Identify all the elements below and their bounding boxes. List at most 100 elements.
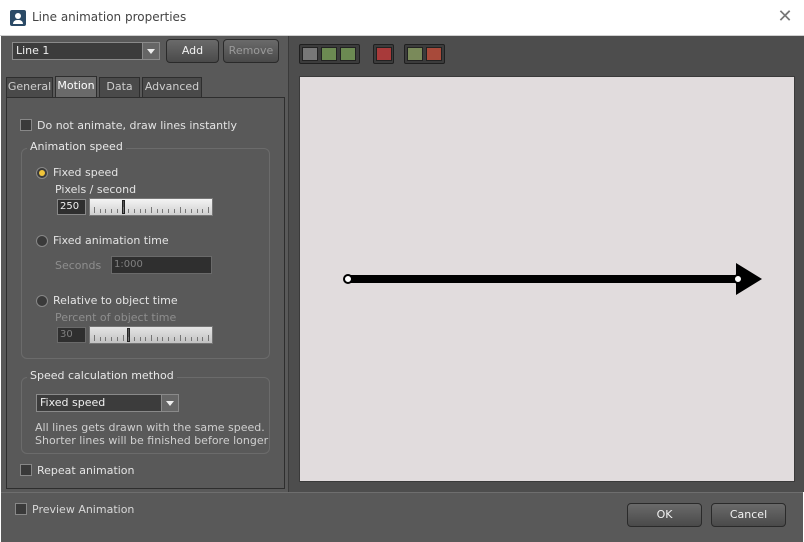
- slider-tick: [151, 207, 152, 213]
- slider-tick: [156, 337, 158, 341]
- slider-tick: [208, 335, 209, 341]
- slider-tick: [111, 209, 113, 213]
- tab-general[interactable]: General: [6, 77, 53, 97]
- tab-motion[interactable]: Motion: [55, 76, 97, 97]
- slider-tick: [202, 337, 204, 341]
- no-animate-checkbox[interactable]: [20, 119, 32, 131]
- footer-bar: Preview Animation OK Cancel: [1, 492, 803, 542]
- slider-tick: [162, 337, 164, 341]
- dialog: Line 1 Add Remove General Motion Data Ad…: [1, 36, 804, 542]
- slider-tick: [116, 209, 118, 213]
- slider-tick: [128, 209, 130, 213]
- add-point-icon[interactable]: [321, 47, 337, 61]
- tab-data[interactable]: Data: [99, 77, 140, 97]
- slider-tick: [196, 337, 198, 341]
- delete-point-icon[interactable]: [376, 47, 392, 61]
- slider-tick: [173, 337, 175, 341]
- repeat-animation-checkbox[interactable]: [20, 464, 32, 476]
- point-tools-toolbar: [299, 44, 360, 64]
- image-icon[interactable]: [407, 47, 423, 61]
- relative-time-label: Relative to object time: [53, 294, 178, 307]
- slider-tick: [145, 209, 147, 213]
- slider-tick: [190, 337, 192, 341]
- slider-tick: [139, 209, 141, 213]
- slider-tick: [133, 337, 135, 341]
- slider-tick: [145, 337, 147, 341]
- slider-tick: [208, 207, 209, 213]
- image-toolbar: [404, 44, 445, 64]
- speed-calc-value: Fixed speed: [40, 396, 106, 409]
- slider-tick: [133, 209, 135, 213]
- preview-animation-label: Preview Animation: [32, 503, 135, 516]
- remove-line-button[interactable]: Remove: [223, 39, 279, 63]
- speed-calc-description-1: All lines gets drawn with the same speed…: [35, 421, 265, 434]
- end-point-handle[interactable]: [733, 274, 743, 284]
- image-remove-icon[interactable]: [426, 47, 442, 61]
- slider-tick: [151, 335, 152, 341]
- animation-speed-title: Animation speed: [27, 140, 126, 153]
- line-preview-canvas[interactable]: [299, 76, 795, 482]
- close-icon[interactable]: ✕: [776, 8, 794, 26]
- slider-tick: [105, 337, 107, 341]
- preview-pane: [288, 36, 804, 492]
- no-animate-label: Do not animate, draw lines instantly: [37, 119, 237, 132]
- slider-tick: [190, 209, 192, 213]
- slider-tick: [111, 337, 113, 341]
- slider-tick: [162, 209, 164, 213]
- speed-calc-group: Speed calculation method Fixed speed All…: [21, 369, 270, 454]
- slider-tick: [116, 337, 118, 341]
- slider-tick: [94, 335, 95, 341]
- speed-slider[interactable]: [89, 198, 213, 216]
- chevron-down-icon[interactable]: [142, 43, 159, 59]
- slider-tick: [122, 207, 124, 213]
- speed-calc-title: Speed calculation method: [27, 369, 177, 382]
- slider-tick: [105, 209, 107, 213]
- window-title: Line animation properties: [32, 10, 187, 24]
- percent-of-object-time-label: Percent of object time: [55, 311, 177, 324]
- percent-slider[interactable]: [89, 326, 213, 344]
- cancel-button[interactable]: Cancel: [711, 503, 786, 527]
- settings-pane: Line 1 Add Remove General Motion Data Ad…: [4, 36, 287, 492]
- preview-animation-checkbox[interactable]: [15, 503, 27, 515]
- ok-button[interactable]: OK: [627, 503, 702, 527]
- fixed-speed-radio[interactable]: [36, 167, 48, 179]
- seconds-label: Seconds: [55, 259, 102, 272]
- speed-calc-description-2: Shorter lines will be finished before lo…: [35, 434, 269, 447]
- tab-advanced[interactable]: Advanced: [142, 77, 202, 97]
- slider-tick: [185, 209, 187, 213]
- slider-tick: [179, 335, 181, 341]
- animation-speed-group: Animation speed Fixed speed Pixels / sec…: [21, 140, 270, 359]
- title-bar: Line animation properties ✕: [0, 0, 804, 36]
- move-point-icon[interactable]: [340, 47, 356, 61]
- slider-tick: [94, 207, 95, 213]
- slider-tick: [168, 337, 170, 341]
- slider-tick: [99, 209, 101, 213]
- slider-tick: [139, 337, 141, 341]
- relative-time-radio[interactable]: [36, 295, 48, 307]
- preview-drawing: [343, 263, 762, 295]
- seconds-input[interactable]: 1:000: [111, 256, 212, 274]
- percent-input[interactable]: 30: [57, 327, 86, 343]
- speed-value-input[interactable]: 250: [57, 199, 86, 215]
- fixed-time-label: Fixed animation time: [53, 234, 169, 247]
- slider-tick: [179, 207, 181, 213]
- speed-calc-select[interactable]: Fixed speed: [36, 394, 179, 412]
- slider-tick: [202, 209, 204, 213]
- slider-tick: [168, 209, 170, 213]
- select-point-icon[interactable]: [302, 47, 318, 61]
- pixels-per-second-label: Pixels / second: [55, 183, 137, 196]
- start-point-handle[interactable]: [343, 274, 353, 284]
- line-select[interactable]: Line 1: [12, 42, 160, 60]
- user-icon: [10, 10, 26, 26]
- motion-panel: Do not animate, draw lines instantly Ani…: [6, 97, 285, 489]
- add-line-button[interactable]: Add: [166, 39, 219, 63]
- slider-tick: [185, 337, 187, 341]
- line-select-value: Line 1: [16, 44, 50, 57]
- chevron-down-icon[interactable]: [161, 395, 178, 411]
- fixed-speed-label: Fixed speed: [53, 166, 119, 179]
- slider-tick: [128, 337, 130, 341]
- delete-toolbar: [373, 44, 394, 64]
- fixed-time-radio[interactable]: [36, 235, 48, 247]
- slider-tick: [196, 209, 198, 213]
- slider-tick: [156, 209, 158, 213]
